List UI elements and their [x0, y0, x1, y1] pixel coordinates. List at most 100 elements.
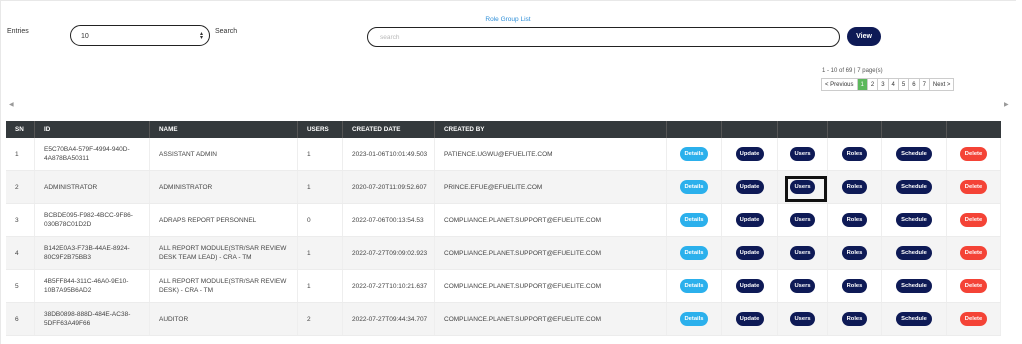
- cell-created-date: 2020-07-20T11:09:52.607: [343, 171, 435, 203]
- cell-action: Update: [722, 237, 778, 269]
- cell-action: Delete: [947, 270, 1001, 302]
- details-button[interactable]: Details: [680, 312, 708, 326]
- cell-id: 4B5FF844-311C-46A0-9E10-10B7A95B6AD2: [35, 270, 150, 302]
- cell-action: Update: [722, 171, 778, 203]
- users-button[interactable]: Users: [790, 180, 815, 194]
- cell-action: Delete: [947, 237, 1001, 269]
- cell-action: Schedule: [882, 171, 947, 203]
- details-button[interactable]: Details: [680, 180, 708, 194]
- update-button[interactable]: Update: [735, 279, 764, 293]
- cell-created-by: COMPLIANCE.PLANET.SUPPORT@EFUELITE.COM: [435, 303, 667, 335]
- cell-name: ASSISTANT ADMIN: [150, 138, 298, 170]
- details-button[interactable]: Details: [680, 147, 708, 161]
- cell-name: ALL REPORT MODULE(STR/SAR REVIEW DESK TE…: [150, 237, 298, 269]
- cell-action: Details: [667, 204, 722, 236]
- schedule-button[interactable]: Schedule: [896, 213, 932, 227]
- update-button[interactable]: Update: [735, 213, 764, 227]
- cell-created-by: COMPLIANCE.PLANET.SUPPORT@EFUELITE.COM: [435, 204, 667, 236]
- column-header-blank: [667, 121, 722, 138]
- roles-button[interactable]: Roles: [842, 147, 867, 161]
- cell-action: Roles: [828, 237, 882, 269]
- cell-created-date: 2022-07-06T00:13:54.53: [343, 204, 435, 236]
- cell-action: Delete: [947, 303, 1001, 335]
- cell-action: Details: [667, 138, 722, 170]
- schedule-button[interactable]: Schedule: [896, 180, 932, 194]
- search-input[interactable]: search: [367, 27, 840, 47]
- page-button-2[interactable]: 2: [867, 79, 879, 90]
- page-button-3[interactable]: 3: [878, 79, 889, 90]
- table-row: 4 B142E0A3-F73B-44AE-8924-80C9F2B75BB3 A…: [6, 237, 1001, 270]
- users-button[interactable]: Users: [790, 213, 815, 227]
- page-button-7[interactable]: 7: [919, 79, 930, 90]
- page-button-4[interactable]: 4: [888, 79, 899, 90]
- pagination: < Previous 1 2 3 4 5 6 7 Next >: [821, 78, 955, 91]
- cell-sn: 2: [6, 171, 35, 203]
- search-label: Search: [215, 28, 238, 35]
- roles-button[interactable]: Roles: [842, 312, 867, 326]
- roles-button[interactable]: Roles: [842, 213, 867, 227]
- column-header-sn: SN: [6, 121, 35, 138]
- schedule-button[interactable]: Schedule: [896, 312, 932, 326]
- scroll-left-icon[interactable]: ◀: [9, 101, 14, 108]
- update-button[interactable]: Update: [735, 180, 764, 194]
- next-page-button[interactable]: Next >: [929, 79, 954, 90]
- delete-button[interactable]: Delete: [960, 312, 987, 326]
- cell-action: Update: [722, 204, 778, 236]
- page-button-5[interactable]: 5: [898, 79, 910, 90]
- page-button-6[interactable]: 6: [909, 79, 920, 90]
- users-button[interactable]: Users: [790, 279, 815, 293]
- cell-sn: 1: [6, 138, 35, 170]
- page-info: 1 - 10 of 69 | 7 page(s): [822, 68, 883, 74]
- roles-button[interactable]: Roles: [842, 246, 867, 260]
- delete-button[interactable]: Delete: [960, 279, 987, 293]
- cell-action: Roles: [828, 270, 882, 302]
- cell-action: Users: [778, 237, 828, 269]
- schedule-button[interactable]: Schedule: [896, 279, 932, 293]
- roles-button[interactable]: Roles: [842, 180, 867, 194]
- cell-action: Delete: [947, 171, 1001, 203]
- cell-id: ADMINISTRATOR: [35, 171, 150, 203]
- update-button[interactable]: Update: [735, 147, 764, 161]
- update-button[interactable]: Update: [735, 246, 764, 260]
- update-button[interactable]: Update: [735, 312, 764, 326]
- cell-action: Update: [722, 303, 778, 335]
- entries-value: 10: [81, 33, 89, 40]
- cell-action: Details: [667, 270, 722, 302]
- cell-created-date: 2023-01-06T10:01:49.503: [343, 138, 435, 170]
- cell-name: AUDITOR: [150, 303, 298, 335]
- view-button[interactable]: View: [847, 27, 881, 46]
- users-button[interactable]: Users: [790, 147, 815, 161]
- cell-action: Details: [667, 237, 722, 269]
- cell-action: Roles: [828, 138, 882, 170]
- page-button-1[interactable]: 1: [857, 79, 868, 90]
- details-button[interactable]: Details: [680, 246, 708, 260]
- column-header-name: NAME: [150, 121, 298, 138]
- details-button[interactable]: Details: [680, 213, 708, 227]
- cell-users: 2: [298, 303, 343, 335]
- delete-button[interactable]: Delete: [960, 213, 987, 227]
- cell-action: Users: [778, 303, 828, 335]
- table-header: SN ID NAME USERS CREATED DATE CREATED BY: [6, 121, 1001, 138]
- schedule-button[interactable]: Schedule: [896, 147, 932, 161]
- cell-action: Delete: [947, 204, 1001, 236]
- users-button[interactable]: Users: [790, 312, 815, 326]
- previous-page-button[interactable]: < Previous: [822, 79, 858, 90]
- cell-action: Schedule: [882, 204, 947, 236]
- roles-button[interactable]: Roles: [842, 279, 867, 293]
- cell-action: Update: [722, 270, 778, 302]
- delete-button[interactable]: Delete: [960, 246, 987, 260]
- cell-sn: 4: [6, 237, 35, 269]
- schedule-button[interactable]: Schedule: [896, 246, 932, 260]
- users-button[interactable]: Users: [790, 246, 815, 260]
- delete-button[interactable]: Delete: [960, 180, 987, 194]
- cell-sn: 3: [6, 204, 35, 236]
- entries-label: Entries: [7, 28, 29, 35]
- scroll-right-icon[interactable]: ▶: [1004, 101, 1009, 108]
- details-button[interactable]: Details: [680, 279, 708, 293]
- column-header-users: USERS: [298, 121, 343, 138]
- cell-created-date: 2022-07-27T09:44:34.707: [343, 303, 435, 335]
- delete-button[interactable]: Delete: [960, 147, 987, 161]
- entries-select[interactable]: 10 ▴ ▾: [70, 25, 210, 46]
- column-header-id: ID: [35, 121, 150, 138]
- cell-name: ADRAPS REPORT PERSONNEL: [150, 204, 298, 236]
